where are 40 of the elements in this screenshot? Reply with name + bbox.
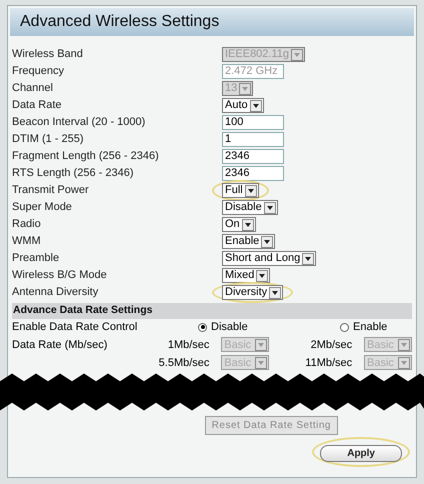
input-field[interactable]: 2346 [222, 149, 284, 164]
rate-label: 2Mb/sec [310, 338, 352, 352]
input-field[interactable]: 1 [222, 132, 284, 147]
rate-label: 5.5Mb/sec [158, 356, 210, 370]
field-label: Enable Data Rate Control [12, 320, 138, 335]
dropdown[interactable]: On [222, 217, 256, 232]
field-label: Frequency [12, 64, 65, 80]
field-label: Wireless B/G Mode [12, 268, 108, 284]
dropdown[interactable]: Short and Long [222, 251, 316, 266]
radio-option[interactable]: Enable [340, 319, 388, 336]
field-label: Radio [12, 217, 42, 232]
panel-title: Advanced Wireless Settings [10, 8, 414, 36]
field-label: WMM [12, 234, 42, 250]
field-label: Data Rate [12, 98, 63, 114]
dropdown[interactable]: Diversity [222, 285, 284, 300]
field-label: Beacon Interval (20 - 1000) [12, 115, 146, 130]
radio-button[interactable] [340, 322, 349, 332]
dropdown[interactable]: Full [222, 183, 259, 198]
radio-button[interactable] [198, 322, 207, 332]
field-label: Fragment Length (256 - 2346) [12, 149, 160, 164]
field-label: Data Rate (Mb/sec) [12, 338, 108, 352]
field-label: Antenna Diversity [12, 285, 100, 300]
field-label: Transmit Power [12, 183, 90, 198]
field-label: DTIM (1 - 255) [12, 132, 85, 148]
field-label: Preamble [12, 251, 60, 266]
radio-option[interactable]: Disable [198, 319, 340, 336]
input-field[interactable]: 100 [222, 115, 284, 130]
input-field[interactable]: 2346 [222, 166, 284, 181]
dropdown[interactable]: Disable [222, 200, 278, 215]
rate-label: 11Mb/sec [304, 356, 352, 370]
apply-button[interactable]: Apply [320, 444, 402, 462]
section-header: Advance Data Rate Settings [12, 303, 412, 319]
field-label: Channel [12, 81, 54, 96]
dropdown[interactable]: Mixed [222, 268, 270, 283]
field-label: RTS Length (256 - 2346) [12, 166, 134, 182]
rate-label: 1Mb/sec [166, 338, 210, 352]
dropdown[interactable]: Enable [222, 234, 276, 249]
dropdown[interactable]: Auto [222, 98, 264, 113]
field-label: Super Mode [12, 200, 73, 216]
field-label: Wireless Band [12, 47, 84, 62]
